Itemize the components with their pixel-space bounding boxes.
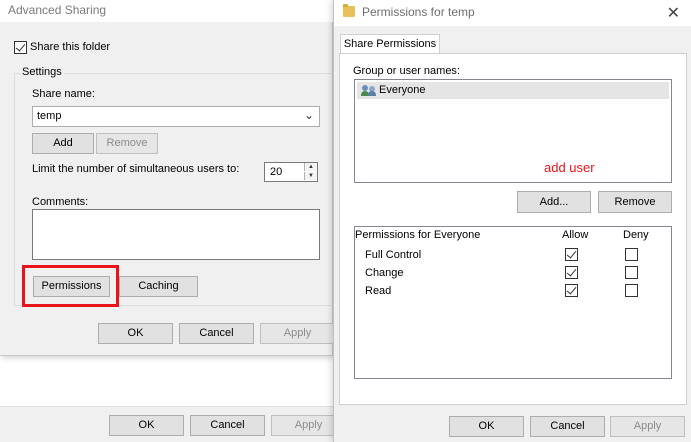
background-ok-button[interactable]: OK xyxy=(109,415,184,436)
caching-button[interactable]: Caching xyxy=(119,276,198,297)
settings-group-label: Settings xyxy=(20,66,64,78)
permissions-table: Permissions for Everyone Allow Deny Full… xyxy=(354,226,672,379)
share-name-dropdown[interactable]: temp ⌄ xyxy=(32,106,320,127)
add-user-annotation: add user xyxy=(544,160,595,175)
close-icon[interactable]: ✕ xyxy=(667,3,680,23)
chevron-down-icon: ⌄ xyxy=(303,108,314,122)
deny-full-control-checkbox[interactable] xyxy=(625,248,638,261)
allow-read-checkbox[interactable] xyxy=(565,284,578,297)
advanced-sharing-dialog: Advanced Sharing Share this folder Setti… xyxy=(0,0,335,356)
add-user-button[interactable]: Add... xyxy=(517,191,591,213)
permissions-title: Permissions for temp xyxy=(362,5,475,19)
permissions-dialog: Permissions for temp ✕ Share Permissions… xyxy=(333,0,691,442)
permissions-header: Permissions for Everyone xyxy=(355,229,481,241)
permission-name-full-control: Full Control xyxy=(365,249,422,261)
spin-down-icon[interactable]: ▼ xyxy=(304,172,317,180)
cancel-button[interactable]: Cancel xyxy=(179,323,254,344)
remove-share-button: Remove xyxy=(96,133,158,154)
users-icon xyxy=(361,85,377,96)
allow-header: Allow xyxy=(562,229,589,241)
apply-button: Apply xyxy=(260,323,335,344)
background-window-footer: OK Cancel Apply xyxy=(0,406,346,442)
permission-name-read: Read xyxy=(365,285,392,297)
permissions-cancel-button[interactable]: Cancel xyxy=(530,416,605,437)
share-name-value: temp xyxy=(37,110,62,122)
ok-button[interactable]: OK xyxy=(98,323,173,344)
deny-change-checkbox[interactable] xyxy=(625,266,638,279)
folder-icon xyxy=(343,4,355,17)
group-names-label: Group or user names: xyxy=(353,65,460,77)
list-item[interactable]: Everyone xyxy=(357,82,669,99)
share-permissions-panel: Group or user names: Everyone add user A… xyxy=(339,53,687,405)
permissions-ok-button[interactable]: OK xyxy=(449,416,524,437)
share-folder-label[interactable]: Share this folder xyxy=(30,41,110,53)
remove-user-button[interactable]: Remove xyxy=(598,191,672,213)
permission-name-change: Change xyxy=(365,267,404,279)
comments-label: Comments: xyxy=(32,196,89,208)
permissions-footer: OK Cancel Apply xyxy=(334,408,691,442)
allow-change-checkbox[interactable] xyxy=(565,266,578,279)
deny-read-checkbox[interactable] xyxy=(625,284,638,297)
permissions-highlight-box xyxy=(22,265,119,307)
share-folder-checkbox[interactable] xyxy=(14,41,27,54)
permissions-title-bar: Permissions for temp ✕ xyxy=(334,0,691,26)
limit-users-value: 20 xyxy=(270,166,283,178)
deny-header: Deny xyxy=(623,229,649,241)
permissions-apply-button: Apply xyxy=(610,416,685,437)
user-list[interactable]: Everyone add user xyxy=(354,79,672,183)
allow-full-control-checkbox[interactable] xyxy=(565,248,578,261)
advanced-sharing-title: Advanced Sharing xyxy=(0,0,333,22)
limit-users-spinner[interactable]: 20 ▲ ▼ xyxy=(264,162,318,182)
background-cancel-button[interactable]: Cancel xyxy=(190,415,265,436)
add-share-button[interactable]: Add xyxy=(32,133,94,154)
spin-up-icon[interactable]: ▲ xyxy=(304,163,317,171)
user-everyone: Everyone xyxy=(379,84,426,96)
comments-textarea[interactable] xyxy=(32,209,320,260)
limit-users-label: Limit the number of simultaneous users t… xyxy=(32,163,240,175)
share-name-label: Share name: xyxy=(32,88,95,100)
tab-share-permissions[interactable]: Share Permissions xyxy=(340,34,440,54)
